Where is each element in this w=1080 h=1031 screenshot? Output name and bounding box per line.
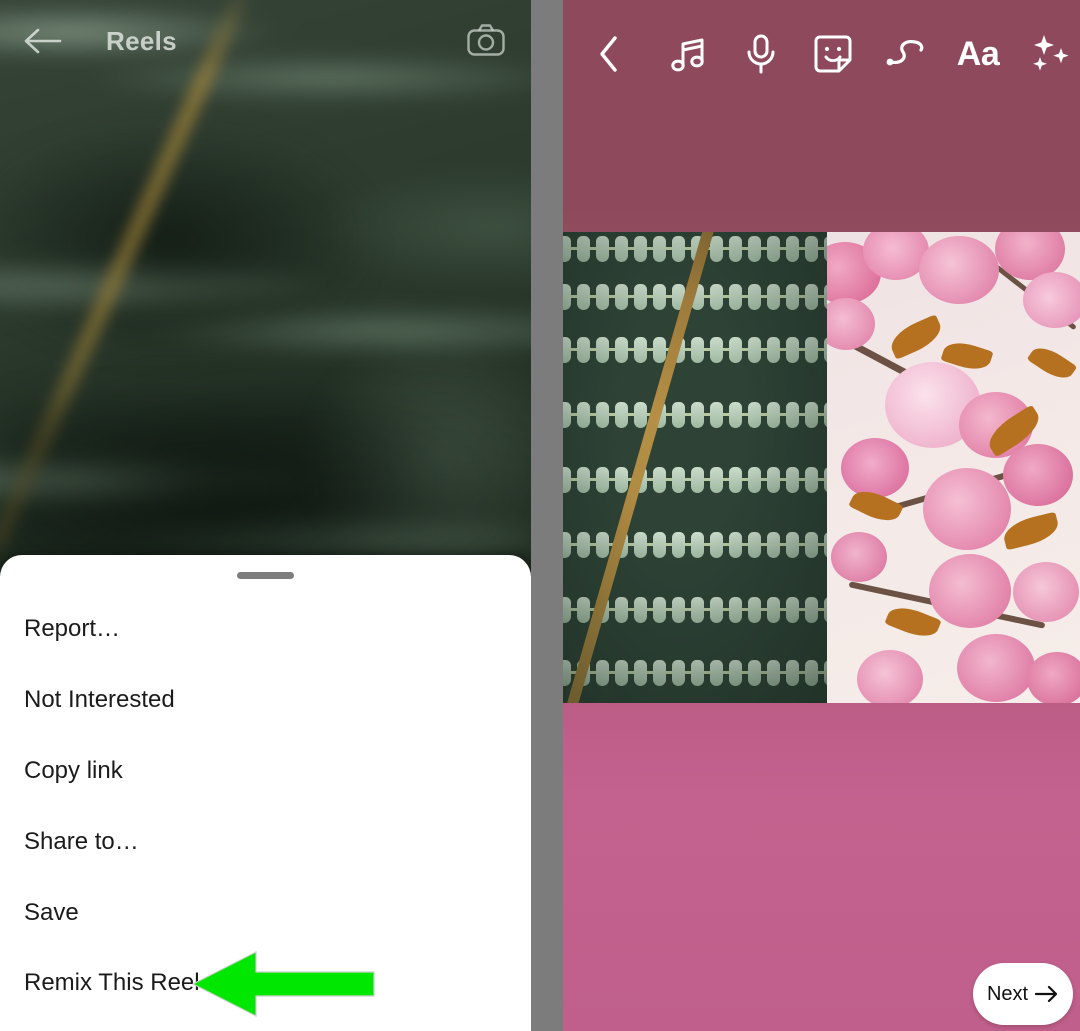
menu-item-save[interactable]: Save [0, 889, 531, 937]
menu-item-not-interested[interactable]: Not Interested [0, 676, 531, 724]
drag-handle[interactable] [237, 572, 294, 579]
panel-divider [531, 0, 563, 1031]
fern-photo[interactable] [563, 232, 827, 703]
menu-item-report[interactable]: Report… [0, 605, 531, 653]
arrow-right-icon [1035, 985, 1058, 1003]
reels-viewer-panel: Reels Report… Not Interested Copy link S… [0, 0, 531, 1031]
draw-squiggle-icon[interactable] [883, 30, 929, 78]
cherry-blossom-photo[interactable] [827, 232, 1080, 703]
options-bottom-sheet: Report… Not Interested Copy link Share t… [0, 555, 531, 1031]
next-button[interactable]: Next [973, 963, 1073, 1025]
screenshot-root: Reels Report… Not Interested Copy link S… [0, 0, 1080, 1031]
sticker-icon[interactable] [810, 30, 856, 78]
menu-item-remix-this-reel[interactable]: Remix This Reel [0, 959, 531, 1007]
music-note-icon[interactable] [666, 30, 712, 78]
text-aa-label: Aa [956, 35, 1000, 73]
editor-toolbar: Aa [563, 0, 1080, 100]
microphone-icon[interactable] [738, 30, 784, 78]
media-strip [563, 232, 1080, 703]
reel-editor-panel: Aa [563, 0, 1080, 1031]
reels-header: Reels [0, 0, 531, 82]
page-title: Reels [106, 26, 177, 56]
sparkles-icon[interactable] [1027, 30, 1073, 78]
chevron-left-icon[interactable] [586, 30, 632, 78]
background-shadow-left [0, 120, 380, 360]
back-arrow-icon[interactable] [22, 24, 62, 58]
camera-icon[interactable] [466, 22, 506, 58]
next-button-label: Next [986, 982, 1029, 1005]
menu-item-share-to[interactable]: Share to… [0, 818, 531, 866]
menu-item-copy-link[interactable]: Copy link [0, 747, 531, 795]
text-aa-icon[interactable]: Aa [955, 30, 1001, 78]
fern-vignette [563, 232, 827, 703]
